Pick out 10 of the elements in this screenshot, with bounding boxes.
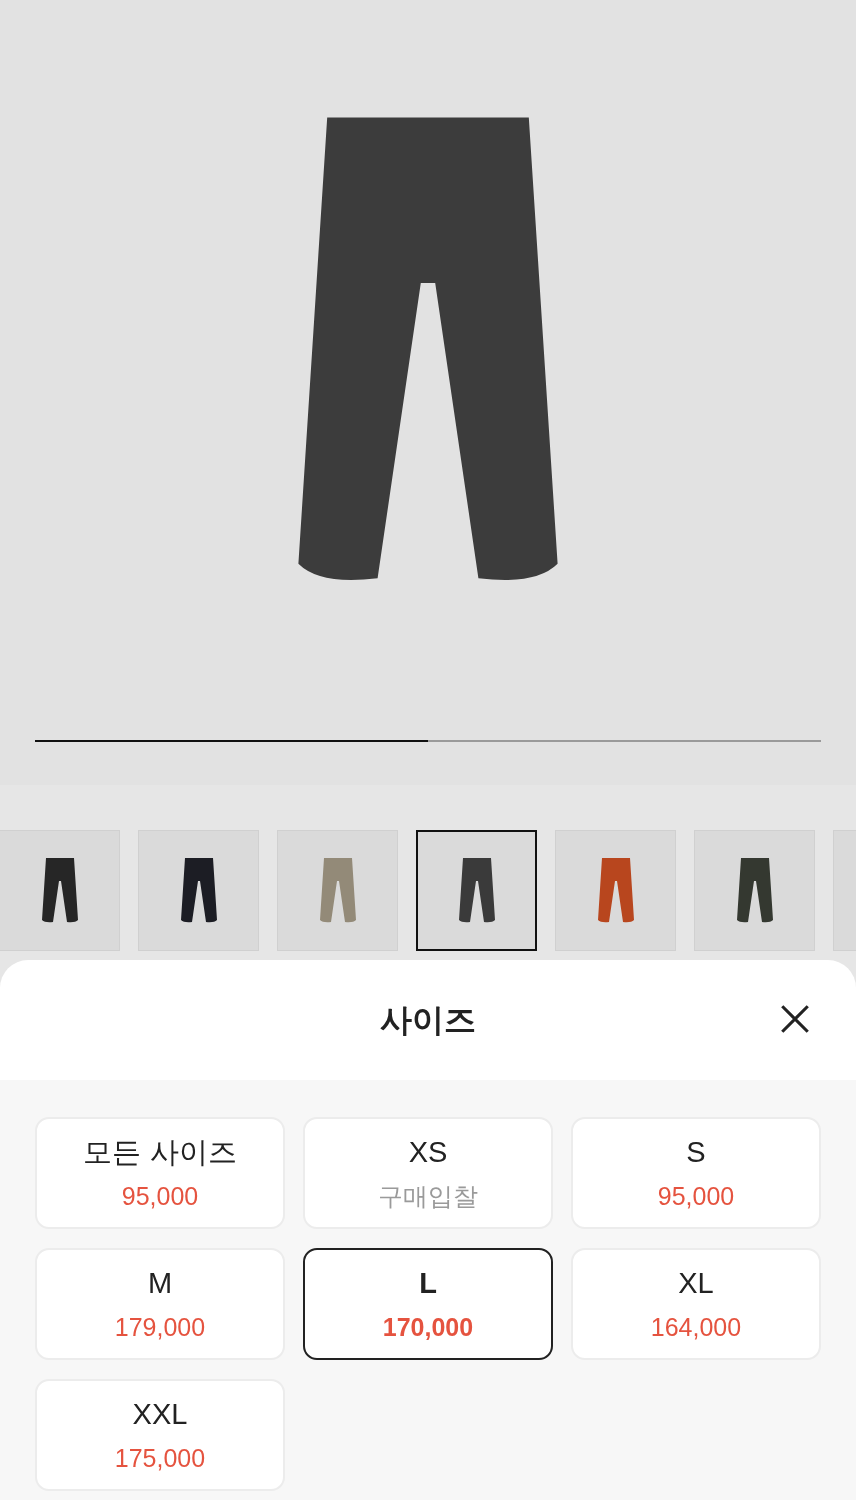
size-option[interactable]: 모든 사이즈 95,000 [35, 1117, 285, 1229]
size-option[interactable]: XXL 175,000 [35, 1379, 285, 1491]
size-option[interactable]: L 170,000 [303, 1248, 553, 1360]
size-option[interactable]: XS 구매입찰 [303, 1117, 553, 1229]
product-thumbnail[interactable] [416, 830, 537, 951]
size-option[interactable]: XL 164,000 [571, 1248, 821, 1360]
size-option[interactable]: S 95,000 [571, 1117, 821, 1229]
size-option[interactable]: M 179,000 [35, 1248, 285, 1360]
sheet-title: 사이즈 [380, 1001, 476, 1040]
close-icon[interactable] [778, 1002, 812, 1036]
